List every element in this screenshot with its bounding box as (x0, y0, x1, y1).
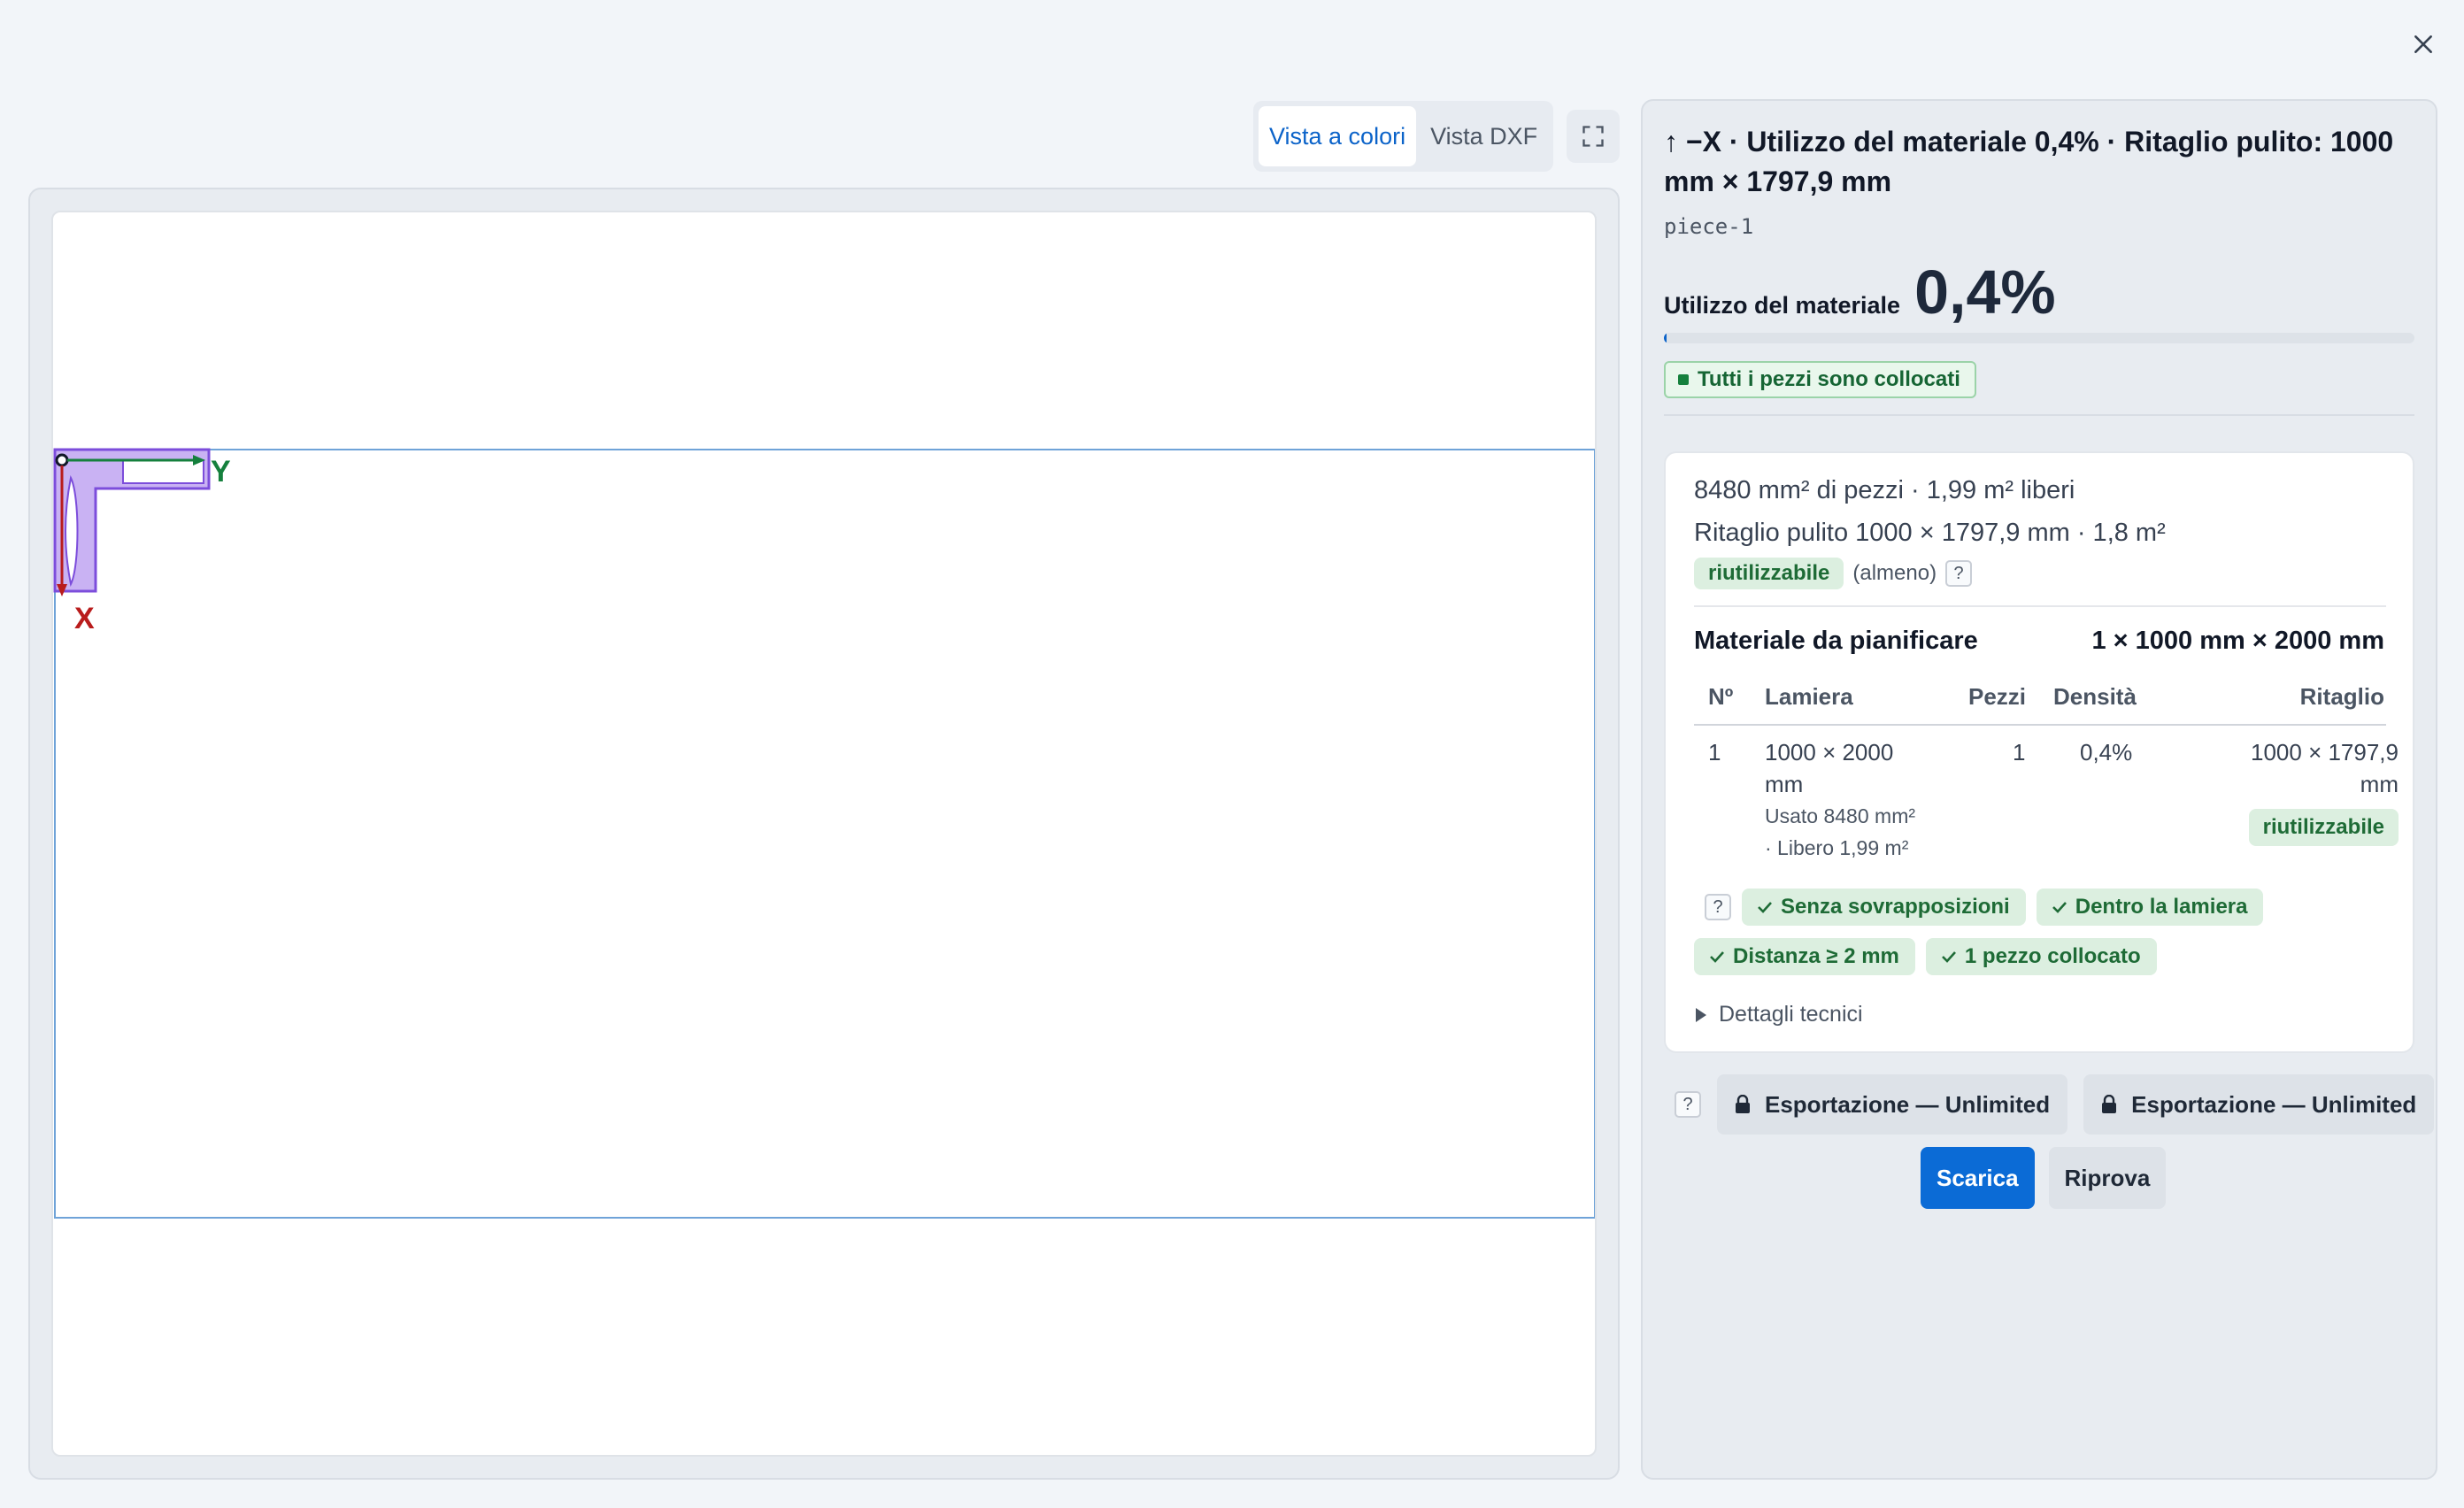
check-icon (1758, 902, 1772, 913)
plan-value: 1 × 1000 mm × 2000 mm (2091, 627, 2384, 655)
summary-title: ↑ −X · Utilizzo del materiale 0,4% · Rit… (1664, 126, 2394, 197)
axis-y-label: Y (211, 455, 231, 489)
table-header-offcut: Ritaglio (2299, 683, 2384, 710)
cell-offcut-1: 1000 × 1797,9 (2251, 739, 2399, 766)
checks-help-button[interactable]: ? (1705, 894, 1731, 920)
offcut-reusable-chip: riutilizzabile (2248, 809, 2399, 846)
actions-row: Scarica Riprova (1921, 1147, 2167, 1209)
export-button-2[interactable]: Esportazione — Unlimited (2083, 1074, 2435, 1135)
reusable-chip: riutilizzabile (1694, 558, 1844, 589)
download-button[interactable]: Scarica (1921, 1147, 2035, 1209)
fullscreen-button[interactable] (1567, 110, 1620, 163)
table-header-n: Nº (1708, 683, 1734, 710)
check-label: Dentro la lamiera (2075, 895, 2248, 919)
caret-right-icon (1696, 1007, 1706, 1022)
validation-checks: ? Senza sovrapposizioni Dentro la lamier… (1694, 889, 2402, 988)
summary-panel: ↑ −X · Utilizzo del materiale 0,4% · Rit… (1641, 99, 2437, 1480)
tab-dxf-view[interactable]: Vista DXF (1420, 106, 1548, 166)
check-chip-placed: 1 pezzo collocato (1925, 938, 2157, 975)
cell-offcut-2: mm (2360, 771, 2399, 797)
cell-sheet-2: mm (1765, 771, 1804, 797)
lock-icon (2102, 1095, 2117, 1113)
table-header-sheet: Lamiera (1765, 683, 1853, 710)
piece-id: piece-1 (1664, 214, 1754, 239)
close-button[interactable] (2402, 23, 2445, 65)
axis-x-label: X (74, 602, 95, 635)
cell-density: 0,4% (2080, 739, 2133, 766)
cell-pieces: 1 (2013, 739, 2026, 766)
table-header-density: Densità (2053, 683, 2137, 710)
view-toggle: Vista a colori Vista DXF (1253, 101, 1554, 172)
help-button[interactable]: ? (1945, 560, 1973, 587)
cell-free: · Libero 1,99 m² (1765, 836, 1909, 859)
check-icon (1710, 951, 1724, 963)
utilization-progress (1664, 333, 2414, 343)
export-button-label: Esportazione — Unlimited (2131, 1090, 2417, 1118)
table-rule (1694, 724, 2386, 726)
check-chip-inside-sheet: Dentro la lamiera (2036, 889, 2264, 926)
check-label: Senza sovrapposizioni (1781, 895, 2010, 919)
export-help-button[interactable]: ? (1675, 1091, 1701, 1118)
cell-sheet-1: 1000 × 2000 (1765, 739, 1894, 766)
origin-marker (55, 453, 69, 467)
status-dot-icon (1678, 374, 1689, 385)
check-label: Distanza ≥ 2 mm (1733, 944, 1899, 968)
check-label: 1 pezzo collocato (1964, 944, 2141, 968)
utilization-label: Utilizzo del materiale (1664, 292, 1901, 319)
divider (1664, 414, 2414, 416)
tab-color-view[interactable]: Vista a colori (1259, 106, 1417, 166)
details-card: 8480 mm² di pezzi · 1,99 m² liberi Ritag… (1664, 451, 2414, 1053)
card-divider (1694, 605, 2386, 607)
table-header-pieces: Pezzi (1968, 683, 2027, 710)
utilization-value: 0,4% (1914, 258, 2056, 327)
check-chip-no-overlap: Senza sovrapposizioni (1742, 889, 2026, 926)
retry-button[interactable]: Riprova (2048, 1147, 2167, 1209)
check-chip-distance: Distanza ≥ 2 mm (1694, 938, 1915, 975)
lock-icon (1736, 1095, 1750, 1113)
area-line: 8480 mm² di pezzi · 1,99 m² liberi (1694, 476, 2075, 504)
tech-details-toggle[interactable]: Dettagli tecnici (1694, 1002, 1863, 1027)
export-row: ? Esportazione — Unlimited Esportazione … (1675, 1074, 2435, 1135)
nesting-canvas[interactable]: Y X (51, 211, 1597, 1457)
reusable-row: riutilizzabile (almeno) ? (1694, 558, 1973, 589)
status-badge: Tutti i pezzi sono collocati (1664, 361, 1976, 398)
tech-details-label: Dettagli tecnici (1719, 1002, 1863, 1027)
reusable-note: (almeno) (1852, 561, 1937, 585)
offcut-line: Ritaglio pulito 1000 × 1797,9 mm · 1,8 m… (1694, 519, 2166, 547)
check-icon (2052, 902, 2067, 913)
sheet-outline (54, 449, 1595, 1219)
export-button-1[interactable]: Esportazione — Unlimited (1717, 1074, 2068, 1135)
utilization-row: Utilizzo del materiale 0,4% (1664, 257, 2056, 327)
plan-label: Materiale da pianificare (1694, 627, 1978, 655)
utilization-progress-fill (1664, 333, 1667, 343)
export-button-label: Esportazione — Unlimited (1765, 1090, 2051, 1118)
check-icon (1941, 951, 1956, 963)
fullscreen-icon (1582, 126, 1604, 147)
cell-n: 1 (1708, 739, 1721, 766)
status-badge-label: Tutti i pezzi sono collocati (1698, 367, 1960, 391)
cell-used: Usato 8480 mm² (1765, 804, 1916, 827)
close-icon (2414, 35, 2432, 53)
